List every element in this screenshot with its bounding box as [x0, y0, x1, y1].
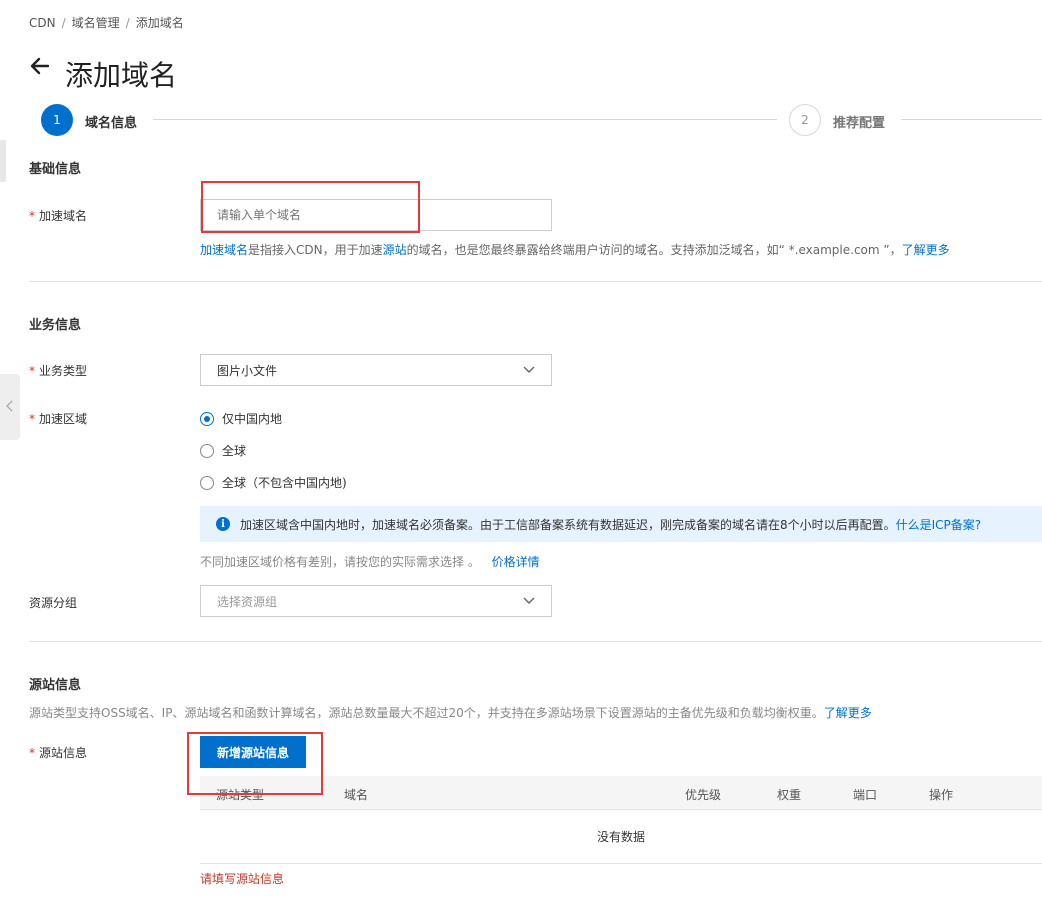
column-header-priority: 优先级: [685, 788, 722, 802]
resource-group-select[interactable]: 选择资源组: [200, 585, 552, 617]
section-divider: [29, 641, 1042, 642]
domain-help-text-2: 的域名，也是您最终暴露给终端用户访问的域名。支持添加泛域名，如“ *.examp…: [406, 243, 902, 257]
business-type-value: 图片小文件: [217, 363, 278, 378]
business-type-label-text: 业务类型: [39, 364, 88, 378]
required-mark: *: [29, 746, 35, 760]
origin-label: * 源站信息: [29, 744, 87, 761]
section-title-origin: 源站信息: [29, 678, 82, 693]
column-header-port: 端口: [853, 788, 878, 802]
radio-unchecked-icon: [200, 443, 214, 458]
back-arrow-icon[interactable]: [28, 54, 52, 78]
region-option-mainland[interactable]: 仅中国内地: [200, 410, 282, 427]
info-icon: i: [216, 517, 230, 531]
radio-checked-icon: [200, 411, 214, 426]
section-title-basic: 基础信息: [29, 162, 82, 177]
column-header-actions: 操作: [929, 788, 954, 802]
business-type-select[interactable]: 图片小文件: [200, 354, 552, 386]
origin-error-message: 请填写源站信息: [200, 872, 285, 886]
breadcrumb: CDN / 域名管理 / 添加域名: [29, 14, 184, 31]
required-mark: *: [29, 412, 35, 426]
step-2-circle: 2: [789, 104, 821, 136]
radio-unchecked-icon: [200, 475, 214, 490]
origin-label-text: 源站信息: [39, 746, 88, 760]
step-trailing-line: [901, 119, 1042, 120]
region-label: * 加速区域: [29, 410, 87, 427]
region-option-global[interactable]: 全球: [200, 442, 246, 459]
origin-help-link[interactable]: 源站: [383, 243, 407, 257]
chevron-down-icon: [523, 363, 535, 377]
breadcrumb-item-add-domain: 添加域名: [135, 16, 184, 30]
origin-description-text: 源站类型支持OSS域名、IP、源站域名和函数计算域名，源站总数量最大不超过20个…: [29, 706, 824, 720]
step-1-label: 域名信息: [85, 116, 138, 131]
region-option-label: 全球: [222, 444, 247, 458]
price-note: 不同加速区域价格有差别，请按您的实际需求选择 。 价格详情: [200, 553, 540, 570]
domain-help: 加速域名是指接入CDN，用于加速源站的域名，也是您最终暴露给终端用户访问的域名。…: [200, 241, 950, 258]
icp-alert: i 加速区域含中国内地时，加速域名必须备案。由于工信部备案系统有数据延迟，刚完成…: [200, 506, 1042, 542]
region-option-label: 全球（不包含中国内地): [222, 476, 347, 490]
region-option-global-excl-mainland[interactable]: 全球（不包含中国内地): [200, 474, 347, 491]
domain-label: * 加速域名: [29, 207, 87, 224]
region-label-text: 加速区域: [39, 412, 88, 426]
price-note-text: 不同加速区域价格有差别，请按您的实际需求选择 。: [200, 555, 480, 569]
breadcrumb-item-cdn[interactable]: CDN: [29, 16, 56, 30]
domain-help-link[interactable]: 加速域名: [200, 243, 248, 257]
origin-learn-more-link[interactable]: 了解更多: [824, 706, 872, 720]
origin-table-empty: 没有数据: [200, 810, 1042, 864]
chevron-left-icon: [6, 400, 14, 415]
section-title-business: 业务信息: [29, 318, 82, 333]
origin-description: 源站类型支持OSS域名、IP、源站域名和函数计算域名，源站总数量最大不超过20个…: [29, 704, 872, 721]
resource-group-label: 资源分组: [29, 596, 78, 610]
business-type-label: * 业务类型: [29, 362, 87, 379]
empty-text: 没有数据: [596, 830, 645, 844]
domain-label-text: 加速域名: [39, 209, 88, 223]
step-connector: [153, 119, 777, 120]
sidebar-edge: [0, 140, 6, 182]
price-detail-link[interactable]: 价格详情: [492, 555, 540, 569]
step-1-circle: 1: [41, 104, 73, 136]
domain-help-text-1: 是指接入CDN，用于加速: [248, 243, 383, 257]
breadcrumb-item-domain-management[interactable]: 域名管理: [72, 16, 120, 30]
annotation-box-domain: [201, 181, 420, 233]
section-divider: [29, 281, 1042, 282]
sidebar-collapse-toggle[interactable]: [0, 374, 20, 440]
column-header-weight: 权重: [777, 788, 802, 802]
icp-alert-text: 加速区域含中国内地时，加速域名必须备案。由于工信部备案系统有数据延迟，刚完成备案…: [240, 517, 896, 532]
region-option-label: 仅中国内地: [222, 412, 283, 426]
step-2-label: 推荐配置: [833, 116, 886, 131]
annotation-box-add-origin: [187, 732, 323, 795]
breadcrumb-separator: /: [125, 16, 130, 30]
learn-more-link[interactable]: 了解更多: [902, 243, 950, 257]
required-mark: *: [29, 209, 35, 223]
icp-alert-link[interactable]: 什么是ICP备案?: [896, 516, 982, 533]
column-header-domain: 域名: [344, 788, 369, 802]
origin-table-header: 源站类型 域名 优先级 权重 端口 操作: [200, 776, 1042, 810]
breadcrumb-separator: /: [61, 16, 66, 30]
page-title: 添加域名: [65, 59, 178, 92]
resource-group-placeholder: 选择资源组: [217, 594, 278, 609]
chevron-down-icon: [523, 594, 535, 608]
required-mark: *: [29, 364, 35, 378]
